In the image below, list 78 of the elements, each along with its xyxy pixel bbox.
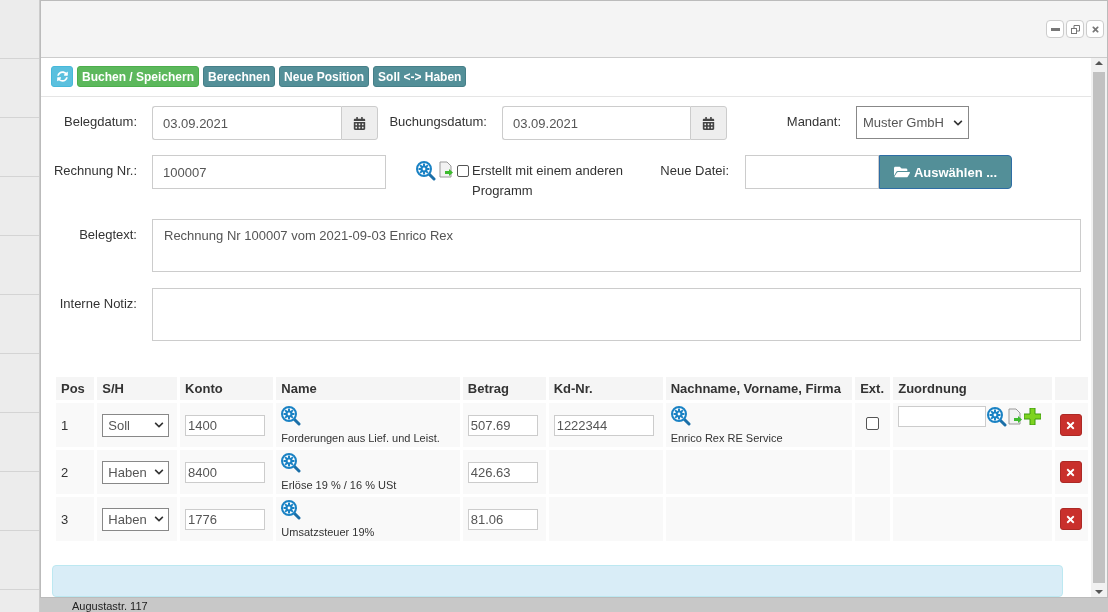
minimize-button[interactable] [1046,20,1064,38]
checkbox[interactable] [866,417,880,430]
customer-number-field[interactable]: 1222344 [553,414,654,436]
date-field[interactable]: 03.09.2021 [152,106,341,140]
arrow-up-icon[interactable] [1095,58,1103,68]
customer-name: Enrico Rex RE Service [670,432,784,444]
address-text: Augustastr. 117 [72,600,148,612]
delete-button[interactable] [1059,461,1082,483]
search-settings-icon[interactable] [281,406,302,426]
field-label: Buchungsdatum: [389,113,487,131]
refresh-icon [56,71,68,82]
toolbar-button[interactable]: Neue Position [279,66,370,87]
field-label: Rechnung Nr.: [53,162,137,180]
account-name: Umsatzsteuer 19% [281,526,376,538]
account-name: Forderungen aus Lief. und Leist. [281,432,441,444]
checkbox-label: Erstellt mit einem anderen Programm [472,162,624,200]
amount-field[interactable]: 507.69 [467,414,538,436]
account-field[interactable]: 1776 [185,508,266,530]
minimize-icon [1050,27,1060,31]
field-label: Interne Notiz: [58,295,137,313]
toolbar-button[interactable]: Soll <-> Haben [373,66,467,87]
arrow-down-icon[interactable] [1095,587,1103,597]
column-header: Betrag [462,377,546,400]
debit-credit-select[interactable]: Haben [102,460,170,484]
folder-icon [893,164,910,180]
account-field[interactable]: 1400 [185,414,266,436]
table-cell: 1 [56,403,95,447]
calendar-icon [702,116,715,130]
client-select[interactable]: Muster GmbH [856,106,969,139]
date-field[interactable]: 03.09.2021 [502,106,690,140]
search-settings-icon[interactable] [281,453,302,473]
debit-credit-select[interactable]: Soll [102,413,170,437]
table-cell: 2 [56,450,95,494]
field-label: Belegdatum: [63,113,137,131]
debit-credit-select[interactable]: Haben [102,507,170,531]
search-settings-icon[interactable] [281,500,302,520]
calendar-button[interactable] [690,106,727,140]
chevron-down-icon [154,467,165,477]
search-settings-icon[interactable] [416,161,436,181]
column-header: Nachname, Vorname, Firma [665,377,853,400]
calendar-button[interactable] [341,106,378,140]
column-header: Konto [180,377,274,400]
restore-button[interactable] [1066,20,1084,38]
account-name: Erlöse 19 % / 16 % USt [281,479,398,491]
delete-button[interactable] [1059,508,1082,530]
chevron-down-icon [154,514,165,524]
calendar-icon [353,116,366,130]
chevron-down-icon [154,420,165,430]
search-settings-icon[interactable] [987,406,1008,427]
search-settings-icon[interactable] [670,406,691,426]
column-header: Pos [56,377,95,400]
chevron-down-icon [953,117,963,128]
assignment-field[interactable] [898,406,987,427]
field-label: Mandant: [785,113,841,131]
field-label: Neue Datei: [659,162,729,180]
toolbar-button[interactable]: Berechnen [203,66,276,87]
close-icon [1065,466,1077,478]
delete-button[interactable] [1059,414,1082,436]
column-header: Kd-Nr. [548,377,663,400]
column-header: Ext. [855,377,891,400]
amount-field[interactable]: 426.63 [467,461,538,483]
close-icon [1090,24,1100,34]
field-label: Belegtext: [78,226,137,244]
invoice-number-field[interactable]: 100007 [152,155,386,189]
text-area[interactable]: Rechnung Nr 100007 vom 2021-09-03 Enrico Rex [152,219,1081,272]
column-header: Name [276,377,460,400]
close-icon [1065,513,1077,525]
close-icon [1065,419,1077,431]
column-header: Zuordnung [893,377,1052,400]
account-field[interactable]: 8400 [185,461,266,483]
close-button[interactable] [1086,20,1104,38]
column-header: S/H [97,377,178,400]
checkbox[interactable] [457,165,469,177]
plus-icon[interactable] [1024,408,1042,425]
amount-field[interactable]: 81.06 [467,508,538,530]
restore-icon [1070,24,1080,34]
table-cell: 3 [56,497,95,541]
browse-button[interactable]: Auswählen ... [879,155,1012,189]
